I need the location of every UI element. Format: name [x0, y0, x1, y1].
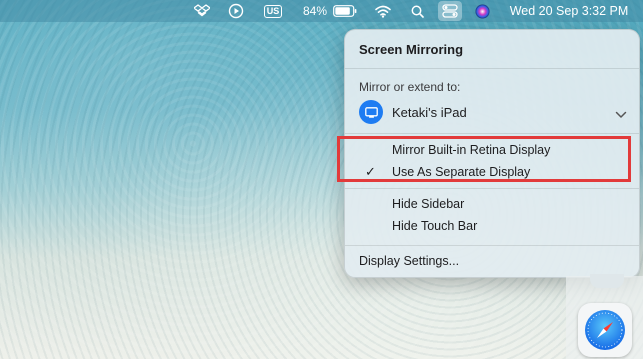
- display-settings-link[interactable]: Display Settings...: [359, 254, 459, 268]
- device-row-ipad[interactable]: Ketaki's iPad: [359, 100, 627, 126]
- panel-title: Screen Mirroring: [359, 42, 464, 57]
- wifi-icon[interactable]: [372, 0, 394, 22]
- dock-app-icon[interactable]: [590, 274, 624, 288]
- menu-bar: US 84% Wed 20 Sep 3:32 PM: [0, 0, 643, 22]
- dropbox-icon[interactable]: [191, 0, 213, 22]
- display-icon: [359, 100, 383, 124]
- safari-icon[interactable]: [578, 303, 632, 357]
- control-center-icon[interactable]: [438, 1, 462, 21]
- search-icon[interactable]: [407, 0, 427, 22]
- menu-bar-clock[interactable]: Wed 20 Sep 3:32 PM: [503, 0, 635, 22]
- option-hide-sidebar[interactable]: Hide Sidebar: [392, 197, 464, 211]
- divider: [345, 188, 639, 189]
- battery-percent: 84%: [302, 4, 328, 18]
- siri-icon[interactable]: [472, 0, 492, 22]
- device-name: Ketaki's iPad: [392, 105, 467, 120]
- highlight-box: [337, 136, 631, 182]
- keyboard-layout-icon[interactable]: US: [261, 0, 285, 22]
- keyboard-layout-label: US: [263, 4, 283, 18]
- divider: [345, 68, 639, 69]
- divider: [345, 245, 639, 246]
- divider: [345, 133, 639, 134]
- section-label: Mirror or extend to:: [359, 80, 461, 94]
- chevron-down-icon[interactable]: [615, 106, 627, 124]
- battery-icon[interactable]: [332, 0, 358, 22]
- play-icon[interactable]: [225, 0, 247, 22]
- option-hide-touch-bar[interactable]: Hide Touch Bar: [392, 219, 477, 233]
